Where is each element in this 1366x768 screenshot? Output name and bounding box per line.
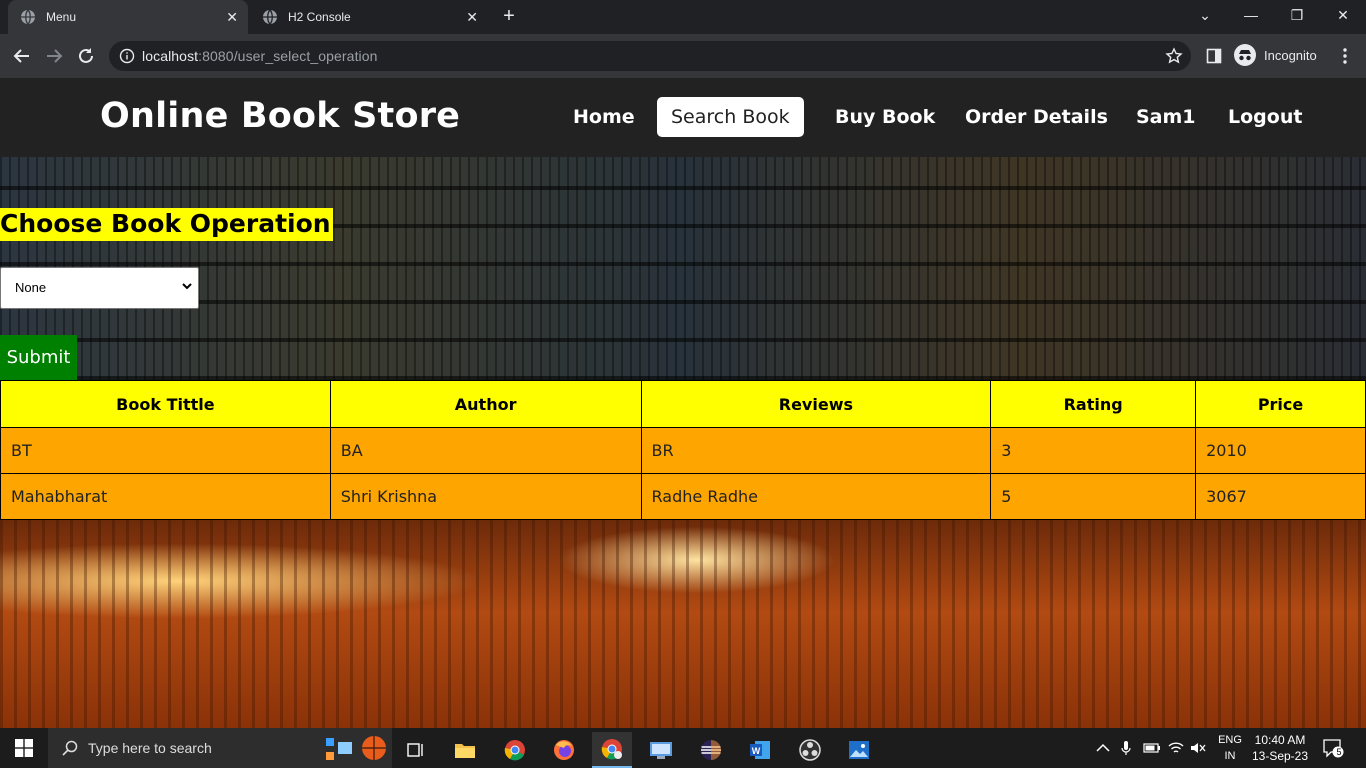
operation-selected-value: None xyxy=(15,280,47,295)
globe-icon xyxy=(263,9,277,25)
info-icon[interactable] xyxy=(119,48,135,64)
more-menu-icon[interactable] xyxy=(1334,45,1356,67)
file-explorer-icon[interactable] xyxy=(445,732,485,768)
tab-search-chevron-icon[interactable]: ⌄ xyxy=(1182,0,1228,30)
table-cell: BR xyxy=(640,427,992,474)
battery-icon[interactable] xyxy=(1143,728,1161,768)
operation-select[interactable]: None xyxy=(0,267,199,309)
clock-time: 10:40 AM xyxy=(1254,733,1306,747)
wifi-icon[interactable] xyxy=(1168,728,1184,768)
windows-start-button[interactable] xyxy=(4,728,44,768)
chrome-icon[interactable] xyxy=(495,732,535,768)
column-header: Rating xyxy=(990,380,1197,428)
tab-menu[interactable]: Menu ✕ xyxy=(8,0,248,34)
reload-icon[interactable] xyxy=(75,45,97,67)
table-row: Mahabharat Shri Krishna Radhe Radhe 5 30… xyxy=(0,473,1366,520)
globe-icon xyxy=(21,9,35,25)
submit-button[interactable]: Submit xyxy=(0,335,77,380)
windows-taskbar: Type here to search W ENG IN 10:40 AM 13… xyxy=(0,728,1366,768)
nav-buy-book[interactable]: Buy Book xyxy=(821,97,949,137)
remote-desktop-icon[interactable] xyxy=(641,732,681,768)
word-icon[interactable]: W xyxy=(740,732,780,768)
tab-h2-console[interactable]: H2 Console ✕ xyxy=(250,0,488,34)
notifications-icon[interactable]: 5 xyxy=(1322,728,1344,768)
chevron-down-icon xyxy=(182,283,192,290)
table-header-row: Book Tittle Author Reviews Rating Price xyxy=(0,380,1366,428)
nav-logout[interactable]: Logout xyxy=(1214,97,1316,137)
search-icon xyxy=(62,740,78,756)
search-highlight-icon xyxy=(326,732,388,764)
show-hidden-icons-chevron-up-icon[interactable] xyxy=(1096,728,1110,768)
profile-label: Incognito xyxy=(1264,47,1317,63)
close-tab-icon[interactable]: ✕ xyxy=(226,9,238,26)
table-cell: 5 xyxy=(990,473,1197,520)
new-tab-button[interactable]: + xyxy=(498,6,520,28)
photos-icon[interactable] xyxy=(839,732,879,768)
windows-logo-icon xyxy=(15,739,33,757)
nav-search-book[interactable]: Search Book xyxy=(657,97,804,137)
microphone-icon[interactable] xyxy=(1121,728,1131,768)
language-code: ENG xyxy=(1218,734,1242,746)
web-page: Online Book Store Home Search Book Buy B… xyxy=(0,78,1366,728)
table-cell: 3067 xyxy=(1195,473,1366,520)
firefox-icon[interactable] xyxy=(544,732,584,768)
nav-user[interactable]: Sam1 xyxy=(1122,97,1210,137)
tab-title: Menu xyxy=(46,10,77,24)
site-header: Online Book Store Home Search Book Buy B… xyxy=(0,78,1366,157)
table-cell: 3 xyxy=(990,427,1197,474)
chrome-incognito-icon[interactable] xyxy=(592,732,632,768)
region-code: IN xyxy=(1224,750,1236,762)
column-header: Price xyxy=(1195,380,1366,428)
taskbar-clock[interactable]: 10:40 AM 13-Sep-23 xyxy=(1248,732,1312,764)
notification-count: 5 xyxy=(1336,747,1342,757)
restore-button[interactable]: ❐ xyxy=(1274,0,1320,30)
library-background-bottom xyxy=(0,518,1366,728)
table-cell: Shri Krishna xyxy=(329,473,642,520)
close-tab-icon[interactable]: ✕ xyxy=(466,9,478,26)
url-path: :8080/user_select_operation xyxy=(198,48,378,64)
url-text: localhost:8080/user_select_operation xyxy=(142,48,378,64)
side-panel-icon[interactable] xyxy=(1203,45,1225,67)
url-host: localhost xyxy=(142,48,199,64)
taskbar-search-box[interactable]: Type here to search xyxy=(48,728,392,768)
browser-toolbar: localhost:8080/user_select_operation Inc… xyxy=(0,34,1366,78)
browser-tab-bar: Menu ✕ H2 Console ✕ + ⌄ — ❐ ✕ xyxy=(0,0,1366,34)
table-cell: Radhe Radhe xyxy=(640,473,992,520)
nav-home[interactable]: Home xyxy=(559,97,649,137)
close-window-button[interactable]: ✕ xyxy=(1320,0,1366,30)
search-placeholder: Type here to search xyxy=(88,740,212,756)
clock-date: 13-Sep-23 xyxy=(1251,749,1309,763)
table-cell: Mahabharat xyxy=(0,473,331,520)
site-brand: Online Book Store xyxy=(100,96,461,136)
table-cell: BT xyxy=(0,427,331,474)
incognito-icon xyxy=(1234,44,1256,66)
tab-title: H2 Console xyxy=(288,10,351,24)
bookmark-star-icon[interactable] xyxy=(1165,47,1183,65)
volume-muted-icon[interactable] xyxy=(1190,728,1206,768)
column-header: Reviews xyxy=(640,380,992,428)
books-table: Book Tittle Author Reviews Rating Price … xyxy=(0,380,1366,520)
eclipse-icon[interactable] xyxy=(691,732,731,768)
table-row: BT BA BR 3 2010 xyxy=(0,427,1366,474)
svg-text:W: W xyxy=(752,746,761,756)
incognito-profile[interactable]: Incognito xyxy=(1234,40,1317,70)
nav-order-details[interactable]: Order Details xyxy=(951,97,1122,137)
address-bar[interactable]: localhost:8080/user_select_operation xyxy=(109,41,1191,71)
library-background-top xyxy=(0,157,1366,380)
table-cell: BA xyxy=(329,427,642,474)
table-cell: 2010 xyxy=(1195,427,1366,474)
operation-title: Choose Book Operation xyxy=(0,208,333,241)
language-indicator[interactable]: ENG IN xyxy=(1214,732,1246,764)
column-header: Author xyxy=(329,380,642,428)
minimize-button[interactable]: — xyxy=(1228,0,1274,30)
obs-icon[interactable] xyxy=(790,732,830,768)
back-arrow-icon[interactable] xyxy=(11,45,33,67)
column-header: Book Tittle xyxy=(0,380,331,428)
task-view-icon[interactable] xyxy=(396,732,436,768)
forward-arrow-icon[interactable] xyxy=(43,45,65,67)
